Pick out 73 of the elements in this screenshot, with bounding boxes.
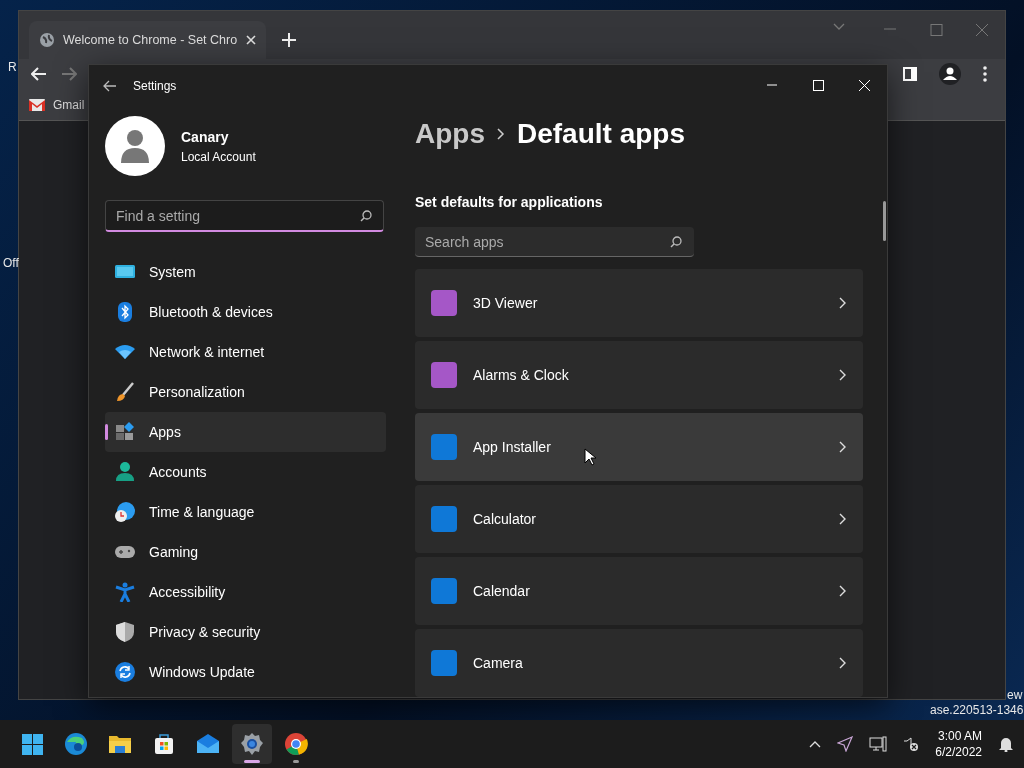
nav-item[interactable]: Bluetooth & devices bbox=[105, 292, 386, 332]
chevron-icon bbox=[839, 369, 847, 381]
nav-item[interactable]: Personalization bbox=[105, 372, 386, 412]
shield-icon bbox=[115, 622, 135, 642]
nav-item[interactable]: Apps bbox=[105, 412, 386, 452]
nav-item[interactable]: Accounts bbox=[105, 452, 386, 492]
profile-icon[interactable] bbox=[939, 63, 961, 85]
settings-icon bbox=[240, 732, 264, 756]
avatar bbox=[105, 116, 165, 176]
chevron-icon bbox=[497, 128, 505, 140]
taskbar-button[interactable] bbox=[232, 724, 272, 764]
nav-item[interactable]: Accessibility bbox=[105, 572, 386, 612]
chevron-up-icon[interactable] bbox=[809, 740, 822, 748]
side-panel-icon[interactable] bbox=[903, 67, 917, 81]
chevron-icon bbox=[839, 657, 847, 669]
build-info-text: ew bbox=[1007, 687, 1023, 704]
nav-item[interactable]: Network & internet bbox=[105, 332, 386, 372]
volume-muted-icon[interactable] bbox=[903, 736, 920, 752]
app-row[interactable]: Alarms & Clock bbox=[415, 341, 863, 409]
chevron-icon bbox=[839, 441, 847, 453]
accessibility-icon bbox=[115, 582, 135, 602]
globe-icon bbox=[39, 32, 55, 48]
back-arrow-icon[interactable] bbox=[103, 79, 117, 92]
location-icon[interactable] bbox=[837, 736, 854, 752]
breadcrumb-link[interactable]: Apps bbox=[415, 113, 485, 155]
section-heading: Set defaults for applications bbox=[415, 193, 604, 212]
desktop-icon-label[interactable]: Off bbox=[3, 254, 19, 272]
account-name: Canary bbox=[181, 127, 230, 147]
app-row[interactable]: 3D Viewer bbox=[415, 269, 863, 337]
page-title: Default apps bbox=[517, 117, 686, 151]
search-field[interactable]: Find a setting bbox=[105, 200, 384, 232]
apps-icon bbox=[115, 422, 135, 442]
search-icon[interactable] bbox=[360, 210, 372, 222]
clock[interactable]: 3:00 AM 6/2/2022 bbox=[935, 728, 982, 760]
windows-logo-icon bbox=[20, 732, 44, 756]
new-tab-icon[interactable] bbox=[282, 33, 296, 47]
search-field[interactable]: Search apps bbox=[415, 227, 694, 257]
search-icon[interactable] bbox=[670, 236, 682, 248]
scrollbar-thumb[interactable] bbox=[883, 201, 886, 241]
network-icon[interactable] bbox=[869, 736, 888, 752]
browser-icon bbox=[64, 732, 88, 756]
chevron-icon bbox=[839, 585, 847, 597]
desktop-icon-label[interactable]: R bbox=[8, 58, 17, 76]
bluetooth-icon bbox=[115, 302, 135, 322]
nav-item[interactable]: Gaming bbox=[105, 532, 386, 572]
nav-item[interactable]: Privacy & security bbox=[105, 612, 386, 652]
nav-item[interactable]: Time & language bbox=[105, 492, 386, 532]
app-row[interactable]: App Installer bbox=[415, 413, 863, 481]
mouse-pointer-icon bbox=[584, 448, 596, 466]
chrome-icon bbox=[284, 732, 308, 756]
browser-tab[interactable]: Welcome to Chrome - Set Chro bbox=[29, 21, 266, 59]
chevron-icon bbox=[839, 513, 847, 525]
mail-icon bbox=[196, 732, 220, 756]
chevron-icon bbox=[839, 297, 847, 309]
account-type: Local Account bbox=[181, 148, 256, 166]
globe-clock-icon bbox=[115, 502, 135, 522]
nav-item[interactable]: Windows Update bbox=[105, 652, 386, 692]
app-row[interactable]: Calculator bbox=[415, 485, 863, 553]
window-title: Settings bbox=[133, 77, 177, 95]
nav-item[interactable]: System bbox=[105, 252, 386, 292]
person-icon bbox=[115, 462, 135, 482]
build-info-text: ase.220513-1346 bbox=[930, 702, 1024, 719]
wifi-icon bbox=[115, 342, 135, 362]
mail-icon bbox=[29, 98, 45, 111]
brush-icon bbox=[115, 382, 135, 402]
notification-bell-icon[interactable] bbox=[998, 736, 1014, 752]
bookmark-link[interactable]: Gmail bbox=[29, 95, 85, 114]
menu-icon[interactable] bbox=[983, 66, 987, 82]
forward-arrow-icon[interactable] bbox=[61, 67, 77, 81]
update-icon bbox=[115, 662, 135, 682]
app-row[interactable]: Camera bbox=[415, 629, 863, 697]
store-icon bbox=[152, 732, 176, 756]
app-row[interactable]: Calendar bbox=[415, 557, 863, 625]
